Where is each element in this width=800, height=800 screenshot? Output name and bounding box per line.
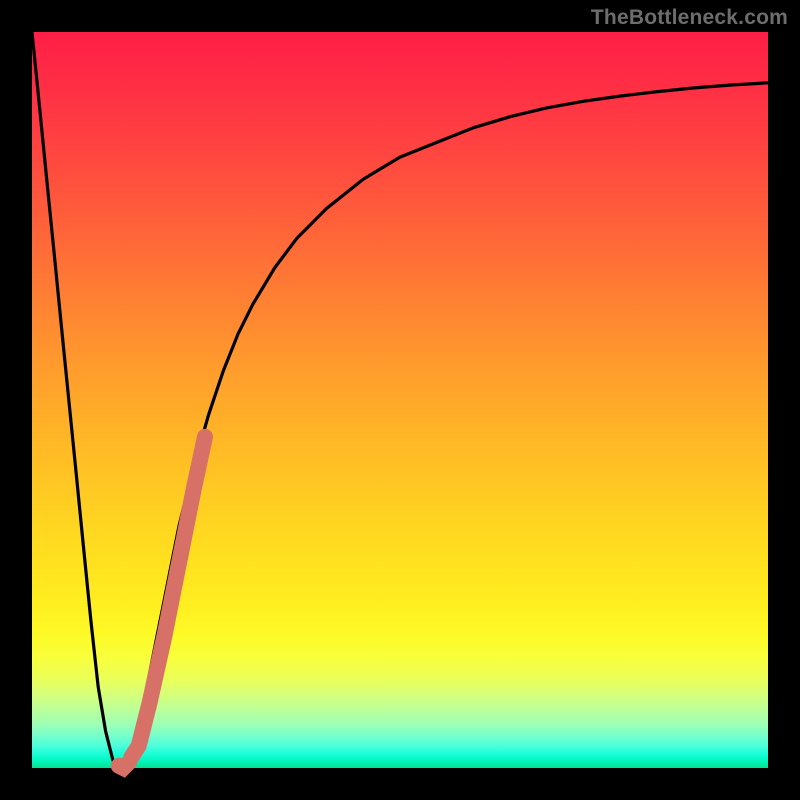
chart-frame: TheBottleneck.com — [0, 0, 800, 800]
plot-area — [32, 32, 768, 768]
main-curve — [32, 32, 768, 768]
chart-svg — [32, 32, 768, 768]
highlight-hook — [119, 762, 129, 768]
watermark-text: TheBottleneck.com — [591, 6, 788, 30]
highlight-segment — [131, 437, 205, 757]
